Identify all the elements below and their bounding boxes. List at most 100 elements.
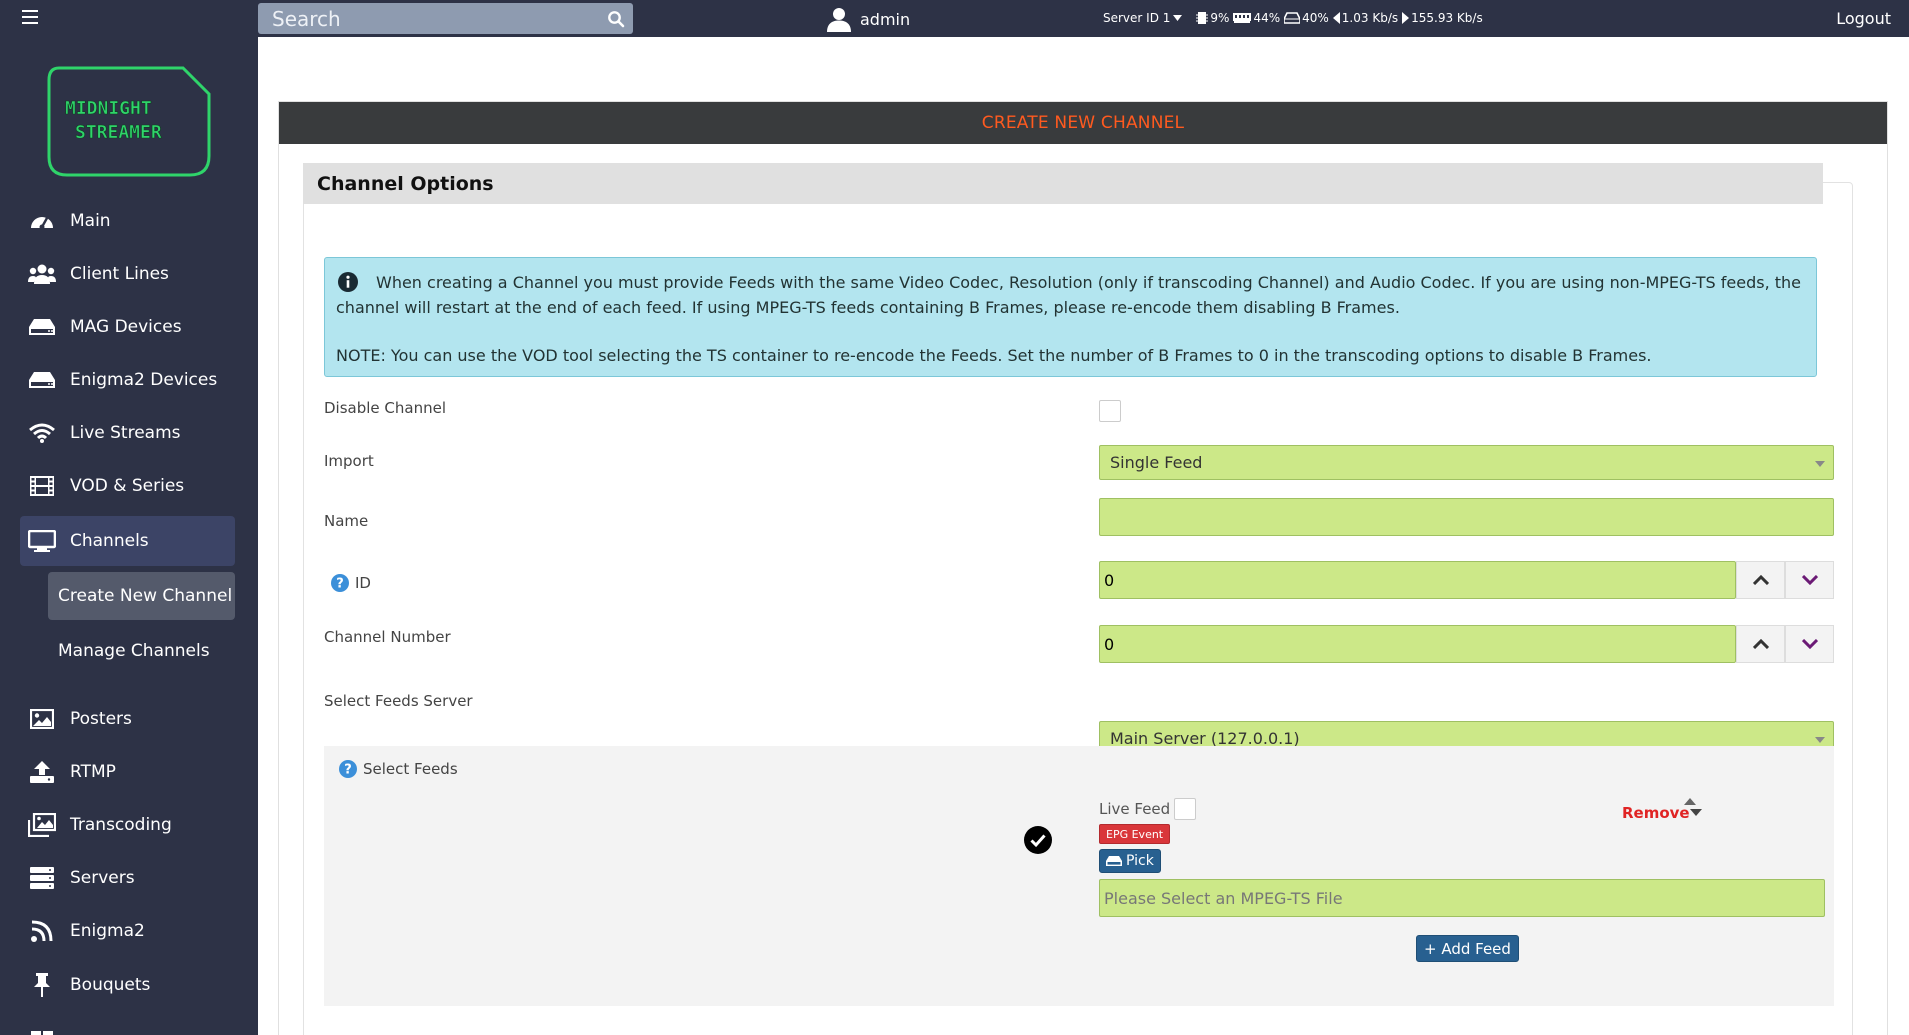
ram-stat: 44% bbox=[1233, 11, 1280, 25]
sidebar-subitem-create-new-channel[interactable]: Create New Channel bbox=[48, 572, 235, 620]
channel-options-section: Channel Options When creating a Channel … bbox=[303, 163, 1853, 1035]
sidebar-item-bouquets[interactable]: Bouquets bbox=[20, 961, 235, 1009]
search-icon[interactable] bbox=[607, 10, 625, 28]
id-input[interactable] bbox=[1099, 561, 1737, 599]
live-feed-label: Live Feed bbox=[1099, 800, 1171, 818]
net-out-value: 155.93 Kb/s bbox=[1411, 11, 1483, 25]
info-alert: When creating a Channel you must provide… bbox=[324, 257, 1817, 377]
chevron-down-icon bbox=[1815, 461, 1825, 467]
info-icon bbox=[338, 272, 358, 292]
chevron-down-icon bbox=[1801, 639, 1818, 649]
sidebar-item-vod-series[interactable]: VOD & Series bbox=[20, 462, 235, 510]
sidebar-item-enigma2-devices[interactable]: Enigma2 Devices bbox=[20, 356, 235, 404]
pick-button[interactable]: Pick bbox=[1099, 849, 1161, 873]
channel-number-label: Channel Number bbox=[324, 628, 451, 646]
caret-left-icon bbox=[1332, 12, 1340, 24]
main-content: CREATE NEW CHANNEL Channel Options When … bbox=[258, 37, 1909, 1035]
images-icon bbox=[28, 813, 56, 837]
app-logo[interactable]: MIDNIGHT STREAMER bbox=[45, 64, 213, 179]
card-header: CREATE NEW CHANNEL bbox=[279, 102, 1887, 144]
film-icon bbox=[28, 474, 56, 498]
card-title: CREATE NEW CHANNEL bbox=[981, 113, 1185, 133]
logout-link[interactable]: Logout bbox=[1836, 9, 1891, 28]
svg-text:?: ? bbox=[344, 763, 352, 778]
chevron-up-icon bbox=[1752, 639, 1769, 649]
live-feed-row: Live Feed bbox=[1099, 798, 1197, 820]
channel-number-increment-button[interactable] bbox=[1736, 625, 1786, 663]
hdd-icon bbox=[1284, 12, 1301, 24]
sidebar-item-rtmp[interactable]: RTMP bbox=[20, 748, 235, 796]
sidebar-item-main[interactable]: Main bbox=[20, 197, 235, 245]
sidebar-item-mag-devices[interactable]: MAG Devices bbox=[20, 303, 235, 351]
sidebar-item-partial[interactable] bbox=[20, 1014, 235, 1035]
select-feeds-label-group: ? Select Feeds bbox=[339, 760, 458, 778]
caret-right-icon bbox=[1402, 12, 1410, 24]
import-select[interactable]: Single Feed bbox=[1099, 445, 1834, 480]
help-icon[interactable]: ? bbox=[331, 574, 349, 592]
book-icon bbox=[28, 1026, 56, 1035]
chevron-down-icon bbox=[1801, 575, 1818, 585]
channel-options-header: Channel Options bbox=[303, 163, 1823, 204]
user-name: admin bbox=[860, 9, 911, 29]
info-note: NOTE: You can use the VOD tool selecting… bbox=[336, 346, 1652, 365]
sidebar-item-live-streams[interactable]: Live Streams bbox=[20, 409, 235, 457]
user-icon bbox=[827, 8, 851, 32]
check-circle-icon bbox=[1024, 826, 1052, 854]
help-icon[interactable]: ? bbox=[339, 760, 357, 778]
live-feed-checkbox[interactable] bbox=[1174, 798, 1197, 820]
ram-value: 44% bbox=[1253, 11, 1281, 25]
chevron-up-icon bbox=[1752, 575, 1769, 585]
channel-number-stepper bbox=[1099, 625, 1834, 663]
sidebar-item-client-lines[interactable]: Client Lines bbox=[20, 250, 235, 298]
svg-text:MIDNIGHT: MIDNIGHT bbox=[65, 98, 152, 119]
net-in-value: 1.03 Kb/s bbox=[1341, 11, 1399, 25]
channel-number-input[interactable] bbox=[1099, 625, 1737, 663]
menu-toggle-icon[interactable] bbox=[22, 10, 38, 24]
sidebar-item-servers[interactable]: Servers bbox=[20, 854, 235, 902]
cpu-value: 9% bbox=[1210, 11, 1230, 25]
server-icon bbox=[28, 866, 56, 890]
id-stepper bbox=[1099, 561, 1834, 599]
add-feed-button[interactable]: + Add Feed bbox=[1416, 935, 1519, 962]
server-selector[interactable]: Server ID 1 bbox=[1103, 11, 1183, 25]
user-menu[interactable]: admin bbox=[826, 6, 910, 32]
id-decrement-button[interactable] bbox=[1785, 561, 1834, 599]
mpeg-ts-file-input[interactable] bbox=[1099, 879, 1825, 917]
feeds-server-label: Select Feeds Server bbox=[324, 692, 473, 710]
remove-feed-link[interactable]: Remove bbox=[1622, 804, 1690, 822]
epg-event-button[interactable]: EPG Event bbox=[1099, 824, 1171, 844]
name-input[interactable] bbox=[1099, 498, 1834, 536]
sidebar-item-enigma2[interactable]: Enigma2 bbox=[20, 907, 235, 955]
disk-stat: 40% bbox=[1284, 11, 1329, 25]
cpu-stat: 9% bbox=[1196, 11, 1229, 25]
sidebar-subitem-manage-channels[interactable]: Manage Channels bbox=[48, 627, 235, 675]
dashboard-icon bbox=[28, 209, 56, 233]
import-label: Import bbox=[324, 452, 374, 470]
id-label: ID bbox=[355, 574, 371, 592]
net-out-stat: 155.93 Kb/s bbox=[1402, 11, 1483, 25]
svg-text:STREAMER: STREAMER bbox=[75, 122, 162, 143]
chevron-down-icon bbox=[1815, 737, 1825, 743]
sort-icon[interactable] bbox=[1682, 797, 1704, 823]
import-selected-value: Single Feed bbox=[1110, 453, 1203, 472]
hdd-icon bbox=[28, 315, 56, 339]
search-input[interactable] bbox=[258, 3, 598, 34]
server-id: Server ID 1 bbox=[1103, 11, 1171, 25]
sidebar-item-posters[interactable]: Posters bbox=[20, 695, 235, 743]
disable-channel-label: Disable Channel bbox=[324, 399, 446, 417]
caret-down-icon bbox=[1173, 15, 1183, 21]
pick-button-label: Pick bbox=[1126, 853, 1154, 869]
channel-number-decrement-button[interactable] bbox=[1785, 625, 1834, 663]
sidebar-item-channels[interactable]: Channels bbox=[20, 516, 235, 566]
sidebar-item-transcoding[interactable]: Transcoding bbox=[20, 801, 235, 849]
info-text: When creating a Channel you must provide… bbox=[336, 273, 1801, 317]
hdd-icon bbox=[28, 368, 56, 392]
id-increment-button[interactable] bbox=[1736, 561, 1786, 599]
id-label-group: ? ID bbox=[331, 574, 371, 592]
net-in-stat: 1.03 Kb/s bbox=[1332, 11, 1399, 25]
create-channel-card: CREATE NEW CHANNEL Channel Options When … bbox=[278, 101, 1888, 1035]
name-label: Name bbox=[324, 512, 369, 530]
disable-channel-checkbox[interactable] bbox=[1099, 400, 1121, 422]
feeds-panel: ? Select Feeds Live Feed EPG Event Pick … bbox=[324, 746, 1834, 1006]
hdd-icon bbox=[1106, 855, 1122, 866]
